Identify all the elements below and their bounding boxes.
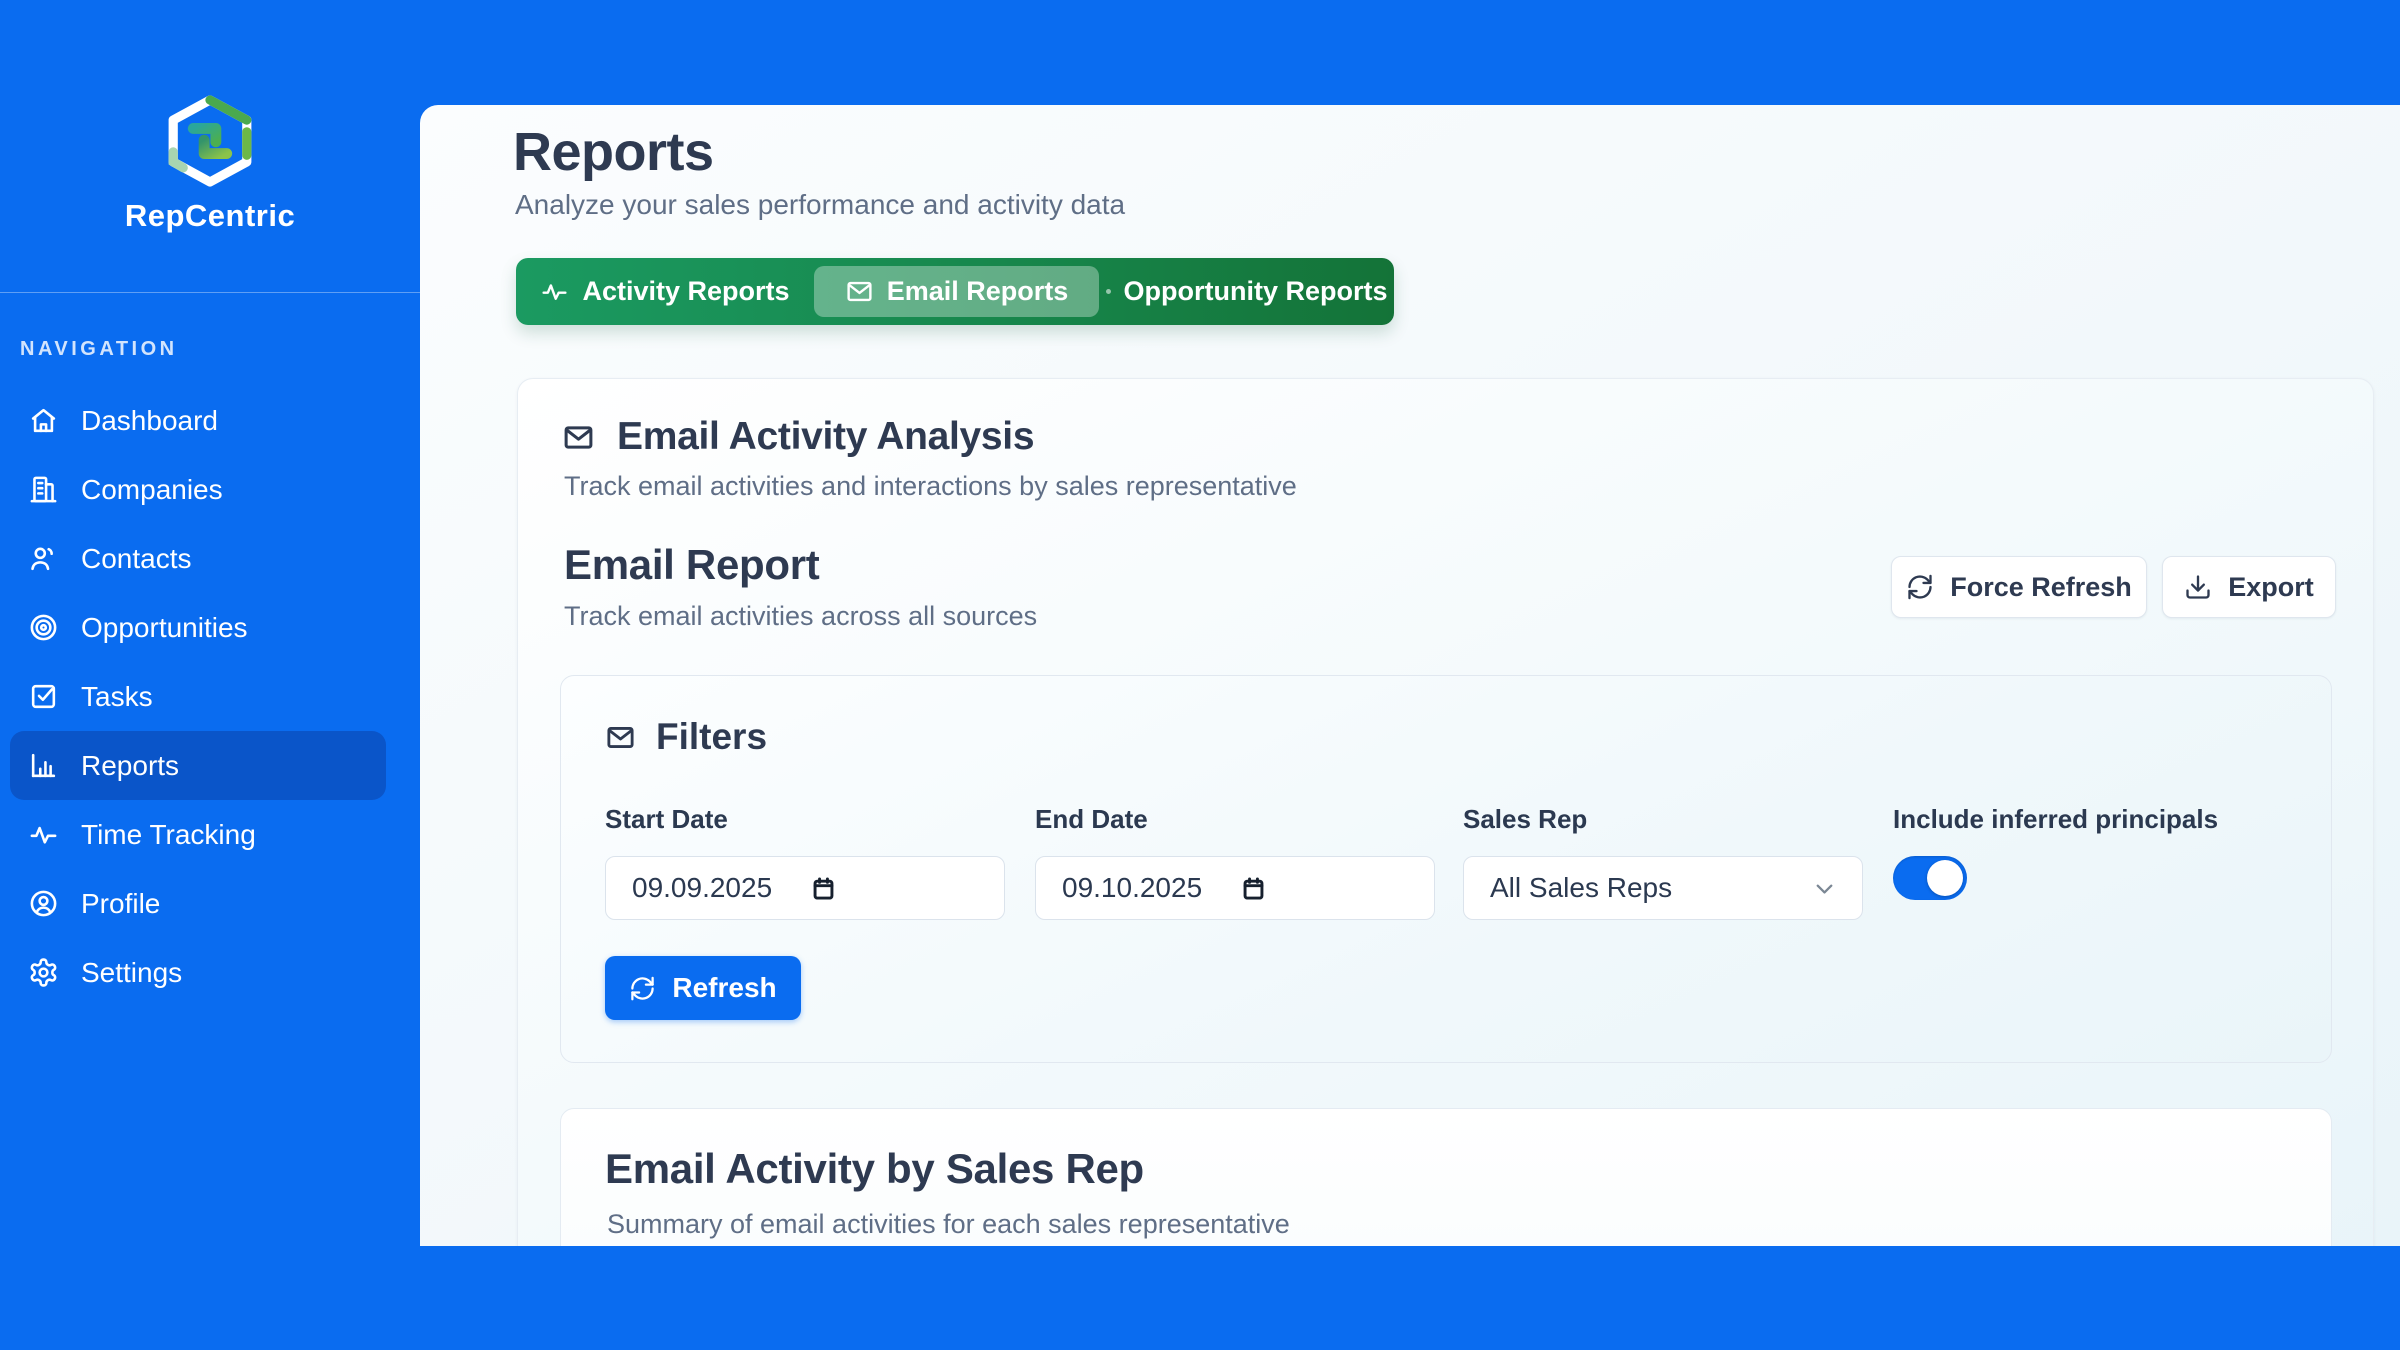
chevron-down-icon bbox=[1811, 875, 1838, 902]
sidebar-item-label: Dashboard bbox=[81, 405, 218, 437]
refresh-button[interactable]: Refresh bbox=[605, 956, 801, 1020]
activity-icon bbox=[28, 819, 59, 850]
tab-activity-reports[interactable]: Activity Reports bbox=[516, 258, 814, 325]
tab-opportunity-reports[interactable]: Opportunity Reports bbox=[1099, 258, 1394, 325]
email-activity-analysis-card: Email Activity Analysis Track email acti… bbox=[517, 378, 2374, 1246]
filters-title: Filters bbox=[656, 716, 767, 758]
sidebar-item-reports[interactable]: Reports bbox=[10, 731, 386, 800]
mail-icon bbox=[845, 277, 874, 306]
filters-heading: Filters bbox=[605, 716, 767, 758]
sidebar-item-label: Contacts bbox=[81, 543, 192, 575]
target-icon bbox=[28, 612, 59, 643]
mail-icon bbox=[562, 421, 595, 454]
export-button[interactable]: Export bbox=[2162, 556, 2336, 618]
sidebar: RepCentric NAVIGATION Dashboard Companie… bbox=[0, 0, 420, 1350]
include-principals-label: Include inferred principals bbox=[1893, 804, 2293, 835]
sales-rep-label: Sales Rep bbox=[1463, 804, 1863, 835]
start-date-value: 09.09.2025 bbox=[632, 872, 772, 904]
gear-icon bbox=[28, 957, 59, 988]
sidebar-item-label: Reports bbox=[81, 750, 179, 782]
refresh-icon bbox=[629, 975, 656, 1002]
toggle-knob bbox=[1927, 860, 1963, 896]
sales-rep-select[interactable]: All Sales Reps bbox=[1463, 856, 1863, 920]
start-date-input[interactable]: 09.09.2025 bbox=[605, 856, 1005, 920]
analysis-subtitle: Track email activities and interactions … bbox=[564, 471, 1297, 502]
sidebar-nav: Dashboard Companies Contacts Opportuniti… bbox=[10, 386, 386, 1007]
button-label: Export bbox=[2228, 572, 2314, 603]
end-date-value: 09.10.2025 bbox=[1062, 872, 1202, 904]
repcentric-logo-icon bbox=[168, 95, 252, 192]
sidebar-item-tasks[interactable]: Tasks bbox=[10, 662, 386, 731]
sidebar-item-profile[interactable]: Profile bbox=[10, 869, 386, 938]
start-date-field: Start Date 09.09.2025 bbox=[605, 804, 1005, 835]
card-heading: Email Activity Analysis bbox=[562, 415, 1034, 459]
tab-label: Email Reports bbox=[887, 276, 1069, 307]
page-subtitle: Analyze your sales performance and activ… bbox=[515, 189, 1125, 221]
sidebar-item-opportunities[interactable]: Opportunities bbox=[10, 593, 386, 662]
app-root: RepCentric NAVIGATION Dashboard Companie… bbox=[0, 0, 2400, 1350]
report-subtitle: Track email activities across all source… bbox=[564, 601, 1037, 632]
tab-label: Activity Reports bbox=[582, 276, 789, 307]
brand: RepCentric bbox=[0, 95, 420, 234]
start-date-label: Start Date bbox=[605, 804, 1005, 835]
user-circle-icon bbox=[28, 888, 59, 919]
analysis-title: Email Activity Analysis bbox=[617, 415, 1034, 459]
sidebar-item-dashboard[interactable]: Dashboard bbox=[10, 386, 386, 455]
include-principals-field: Include inferred principals bbox=[1893, 804, 2293, 835]
main-content: Reports Analyze your sales performance a… bbox=[420, 105, 2400, 1246]
page-title: Reports bbox=[513, 121, 714, 183]
calendar-icon[interactable] bbox=[810, 875, 837, 902]
force-refresh-button[interactable]: Force Refresh bbox=[1891, 556, 2147, 618]
brand-name: RepCentric bbox=[0, 198, 420, 234]
filters-panel: Filters Start Date 09.09.2025 End Date 0… bbox=[560, 675, 2332, 1063]
sidebar-item-contacts[interactable]: Contacts bbox=[10, 524, 386, 593]
bar-chart-icon bbox=[28, 750, 59, 781]
calendar-icon[interactable] bbox=[1240, 875, 1267, 902]
sidebar-divider bbox=[0, 292, 420, 293]
include-principals-toggle[interactable] bbox=[1893, 856, 1967, 900]
check-square-icon bbox=[28, 681, 59, 712]
end-date-input[interactable]: 09.10.2025 bbox=[1035, 856, 1435, 920]
tab-email-reports[interactable]: Email Reports bbox=[814, 266, 1099, 317]
sidebar-item-label: Tasks bbox=[81, 681, 153, 713]
building-icon bbox=[28, 474, 59, 505]
sidebar-item-label: Companies bbox=[81, 474, 223, 506]
reports-tabbar: Activity Reports Email Reports Opportuni… bbox=[516, 258, 1394, 325]
sidebar-item-settings[interactable]: Settings bbox=[10, 938, 386, 1007]
section-subtitle: Summary of email activities for each sal… bbox=[607, 1209, 1290, 1240]
tab-label: Opportunity Reports bbox=[1124, 276, 1388, 307]
sidebar-item-label: Profile bbox=[81, 888, 160, 920]
users-icon bbox=[28, 543, 59, 574]
sales-rep-field: Sales Rep All Sales Reps bbox=[1463, 804, 1863, 835]
sidebar-item-label: Opportunities bbox=[81, 612, 248, 644]
email-activity-by-rep-card: Email Activity by Sales Rep Summary of e… bbox=[560, 1108, 2332, 1246]
dot-icon bbox=[1106, 289, 1111, 294]
end-date-label: End Date bbox=[1035, 804, 1435, 835]
section-title: Email Activity by Sales Rep bbox=[605, 1145, 1144, 1193]
refresh-icon bbox=[1906, 573, 1934, 601]
sidebar-item-label: Time Tracking bbox=[81, 819, 256, 851]
sales-rep-value: All Sales Reps bbox=[1490, 872, 1672, 904]
end-date-field: End Date 09.10.2025 bbox=[1035, 804, 1435, 835]
home-icon bbox=[28, 405, 59, 436]
button-label: Refresh bbox=[672, 972, 776, 1004]
mail-icon bbox=[605, 722, 636, 753]
report-title: Email Report bbox=[564, 541, 819, 589]
sidebar-item-time-tracking[interactable]: Time Tracking bbox=[10, 800, 386, 869]
sidebar-item-companies[interactable]: Companies bbox=[10, 455, 386, 524]
nav-section-label: NAVIGATION bbox=[20, 338, 178, 361]
sidebar-item-label: Settings bbox=[81, 957, 182, 989]
download-icon bbox=[2184, 573, 2212, 601]
button-label: Force Refresh bbox=[1950, 572, 2132, 603]
activity-icon bbox=[540, 277, 569, 306]
